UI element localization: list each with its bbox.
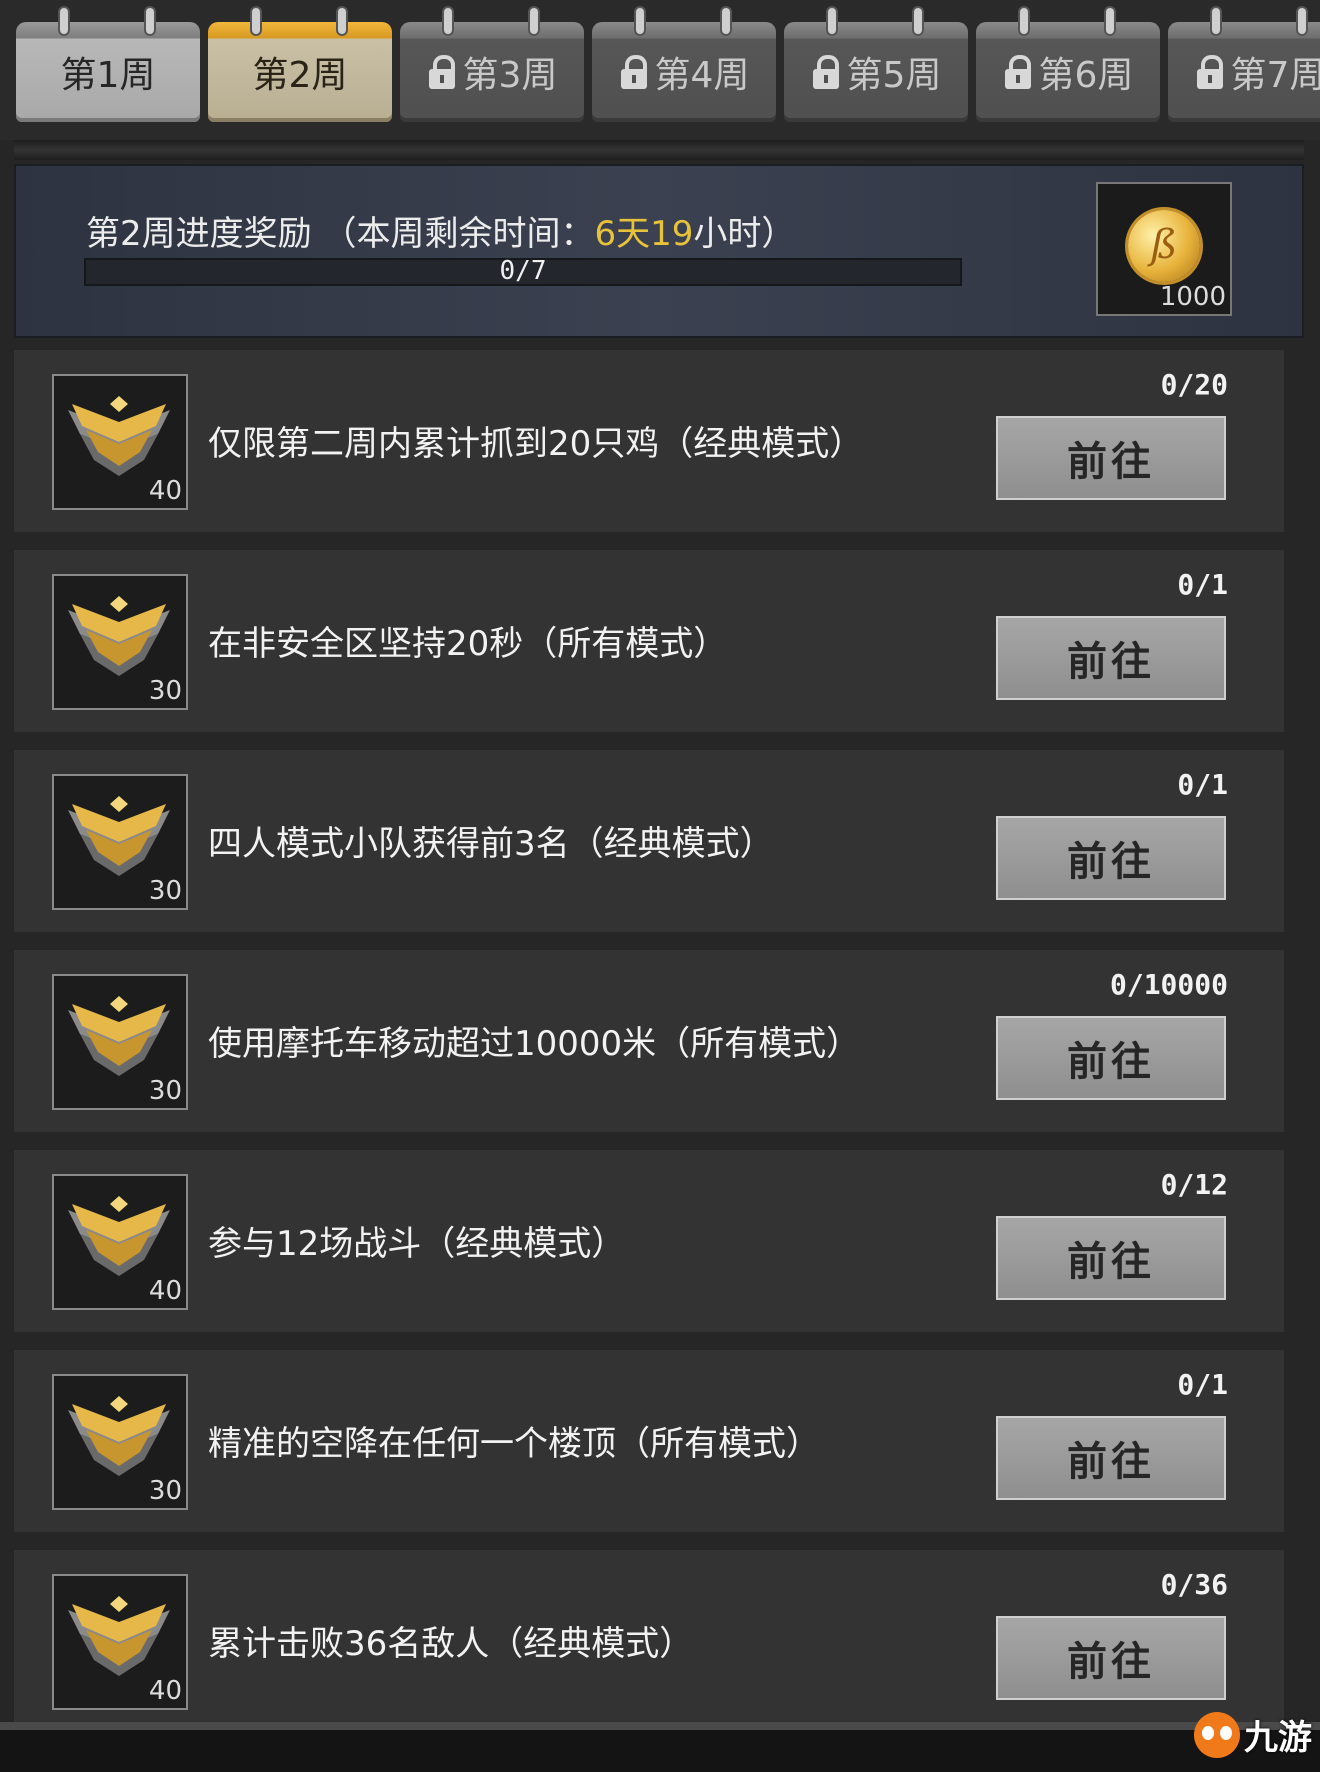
task-points: 30 — [148, 876, 182, 906]
task-description: 在非安全区坚持20秒（所有模式） — [208, 624, 728, 664]
tab-label: 第3周 — [462, 55, 558, 96]
footer-divider — [0, 1722, 1320, 1730]
week-tab-bar: 第1周 第2周 第3周 第4周 第5周 第6周 第7周 — [0, 0, 1320, 140]
tab-label: 第6周 — [1038, 55, 1134, 96]
watermark: 九游 — [1194, 1710, 1312, 1759]
task-progress: 0/1 — [1177, 1368, 1228, 1401]
jiuyou-logo-icon — [1194, 1711, 1240, 1758]
task-description: 四人模式小队获得前3名（经典模式） — [208, 824, 774, 864]
task-progress: 0/1 — [1177, 768, 1228, 801]
tab-label: 第5周 — [846, 55, 942, 96]
task-progress: 0/36 — [1160, 1568, 1228, 1601]
task-description: 参与12场战斗（经典模式） — [208, 1224, 626, 1264]
go-button[interactable]: 前往 — [996, 816, 1226, 900]
task-reward: 40 — [52, 1174, 188, 1310]
task-row: 30 精准的空降在任何一个楼顶（所有模式） 0/1 前往 — [14, 1350, 1284, 1532]
task-points: 40 — [148, 1276, 182, 1306]
task-points: 30 — [148, 676, 182, 706]
progress-value: 0/7 — [499, 256, 547, 286]
remaining-hours: 19 — [650, 214, 694, 254]
progress-bar: 0/7 — [84, 256, 962, 286]
progress-title: 第2周进度奖励 （本周剩余时间：6天19小时） — [86, 206, 795, 255]
task-row: 30 四人模式小队获得前3名（经典模式） 0/1 前往 — [14, 750, 1284, 932]
tab-week-4[interactable]: 第4周 — [592, 8, 776, 122]
remaining-days: 6天 — [594, 214, 651, 254]
task-description: 仅限第二周内累计抓到20只鸡（经典模式） — [208, 424, 864, 464]
go-button[interactable]: 前往 — [996, 1616, 1226, 1700]
task-progress: 0/12 — [1160, 1168, 1228, 1201]
tab-label: 第1周 — [60, 55, 156, 96]
task-reward: 40 — [52, 374, 188, 510]
rank-badge-icon — [68, 1396, 170, 1476]
task-row: 40 仅限第二周内累计抓到20只鸡（经典模式） 0/20 前往 — [14, 350, 1284, 532]
lock-icon — [1003, 55, 1033, 89]
footer — [0, 1730, 1320, 1772]
progress-title-prefix: 第2周进度奖励 （本周剩余时间： — [86, 214, 595, 254]
task-progress: 0/10000 — [1109, 968, 1228, 1001]
progress-title-suffix: 小时） — [693, 214, 796, 254]
rank-badge-icon — [68, 396, 170, 476]
tab-label: 第4周 — [654, 55, 750, 96]
task-reward: 30 — [52, 974, 188, 1110]
task-points: 30 — [148, 1476, 182, 1506]
tab-week-3[interactable]: 第3周 — [400, 8, 584, 122]
task-description: 使用摩托车移动超过10000米（所有模式） — [208, 1024, 861, 1064]
reward-amount: 1000 — [1159, 282, 1226, 312]
task-reward: 30 — [52, 774, 188, 910]
task-progress: 0/20 — [1160, 368, 1228, 401]
rank-badge-icon — [68, 596, 170, 676]
go-button[interactable]: 前往 — [996, 1016, 1226, 1100]
tab-week-6[interactable]: 第6周 — [976, 8, 1160, 122]
progress-reward[interactable]: ß 1000 — [1096, 182, 1232, 316]
task-row: 30 在非安全区坚持20秒（所有模式） 0/1 前往 — [14, 550, 1284, 732]
watermark-text: 九游 — [1244, 1718, 1312, 1758]
task-description: 累计击败36名敌人（经典模式） — [208, 1624, 694, 1664]
lock-icon — [619, 55, 649, 89]
rank-badge-icon — [68, 996, 170, 1076]
task-points: 40 — [148, 1676, 182, 1706]
lock-icon — [811, 55, 841, 89]
task-points: 40 — [148, 476, 182, 506]
divider — [14, 140, 1304, 160]
task-description: 精准的空降在任何一个楼顶（所有模式） — [208, 1424, 820, 1464]
task-row: 40 参与12场战斗（经典模式） 0/12 前往 — [14, 1150, 1284, 1332]
go-button[interactable]: 前往 — [996, 416, 1226, 500]
task-row: 40 累计击败36名敌人（经典模式） 0/36 前往 — [14, 1550, 1284, 1732]
rank-badge-icon — [68, 796, 170, 876]
tab-week-5[interactable]: 第5周 — [784, 8, 968, 122]
weekly-progress-panel: 第2周进度奖励 （本周剩余时间：6天19小时） 0/7 ß 1000 — [14, 164, 1304, 338]
task-row: 30 使用摩托车移动超过10000米（所有模式） 0/10000 前往 — [14, 950, 1284, 1132]
task-points: 30 — [148, 1076, 182, 1106]
rank-badge-icon — [68, 1196, 170, 1276]
tab-label: 第7周 — [1230, 55, 1320, 96]
tab-week-2[interactable]: 第2周 — [208, 8, 392, 122]
go-button[interactable]: 前往 — [996, 616, 1226, 700]
task-reward: 40 — [52, 1574, 188, 1710]
go-button[interactable]: 前往 — [996, 1416, 1226, 1500]
tab-week-7[interactable]: 第7周 — [1168, 8, 1320, 122]
tab-label: 第2周 — [252, 55, 348, 96]
task-reward: 30 — [52, 1374, 188, 1510]
task-progress: 0/1 — [1177, 568, 1228, 601]
rank-badge-icon — [68, 1596, 170, 1676]
go-button[interactable]: 前往 — [996, 1216, 1226, 1300]
lock-icon — [1195, 55, 1225, 89]
coin-icon: ß — [1128, 210, 1200, 282]
task-reward: 30 — [52, 574, 188, 710]
tab-week-1[interactable]: 第1周 — [16, 8, 200, 122]
lock-icon — [427, 55, 457, 89]
